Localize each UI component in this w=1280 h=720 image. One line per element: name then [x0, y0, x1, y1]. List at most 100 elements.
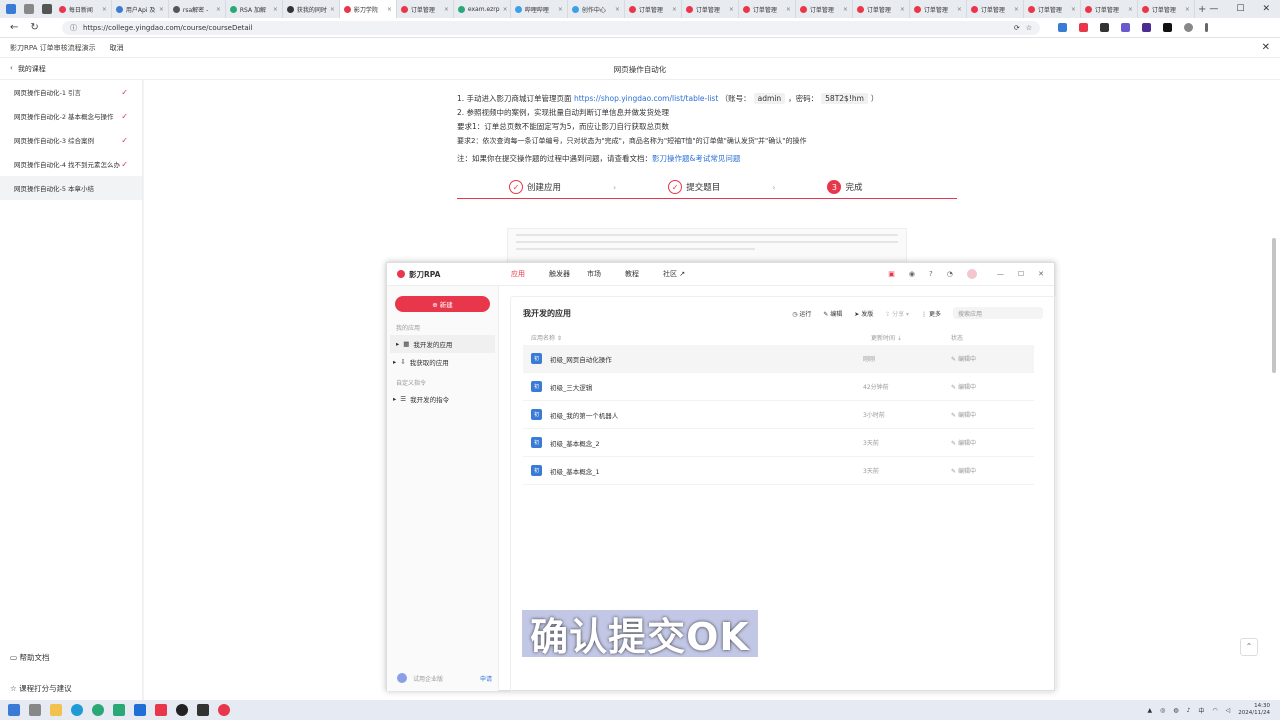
help-docs-link[interactable]: ▭ 帮助文档: [10, 642, 72, 673]
tab-close-icon[interactable]: ×: [1071, 6, 1076, 13]
panel-action-button[interactable]: ⋮ 更多: [921, 309, 941, 318]
rpa-nav-tab[interactable]: 应用: [505, 269, 543, 279]
tab-close-icon[interactable]: ×: [330, 6, 335, 13]
extension-icon[interactable]: [1100, 23, 1109, 32]
tab-close-icon[interactable]: ×: [159, 6, 164, 13]
browser-tab[interactable]: 订单管理 ×: [625, 0, 682, 18]
app-icon[interactable]: [197, 704, 209, 716]
menu-icon[interactable]: [1205, 23, 1208, 32]
volume-icon[interactable]: ◁: [1226, 707, 1231, 714]
minimize-icon[interactable]: —: [1209, 4, 1218, 14]
translate-icon[interactable]: ⟳: [1014, 24, 1020, 32]
skin-icon[interactable]: ◉: [909, 270, 915, 278]
tab-close-icon[interactable]: ×: [216, 6, 221, 13]
apply-link[interactable]: 申请: [480, 674, 492, 683]
vscode-icon[interactable]: [134, 704, 146, 716]
new-app-button[interactable]: ⊕ 新建: [395, 296, 490, 312]
panel-action-button[interactable]: ⇪ 分享 ▾: [885, 309, 909, 318]
scroll-to-top-button[interactable]: ⌃: [1240, 638, 1258, 656]
sidebar-item-my-commands[interactable]: ▸ ☰ 我开发的指令: [387, 390, 498, 408]
search-icon[interactable]: [29, 704, 41, 716]
extension-icon[interactable]: [1121, 23, 1130, 32]
browser-tab[interactable]: 获我的同时 ×: [283, 0, 340, 18]
extension-icon[interactable]: [1058, 23, 1067, 32]
tab-close-icon[interactable]: ×: [957, 6, 962, 13]
close-icon[interactable]: ✕: [1038, 270, 1044, 278]
browser-tab[interactable]: RSA 加解 ×: [226, 0, 283, 18]
rpa-nav-tab[interactable]: 社区 ↗: [657, 269, 695, 279]
tab-close-icon[interactable]: ×: [729, 6, 734, 13]
browser-tab[interactable]: 订单管理 ×: [1138, 0, 1195, 18]
help-icon[interactable]: ?: [929, 270, 933, 278]
app-icon[interactable]: [176, 704, 188, 716]
extension-icon[interactable]: [1184, 23, 1193, 32]
maximize-icon[interactable]: ☐: [1236, 4, 1244, 14]
tab-close-icon[interactable]: ×: [1185, 6, 1190, 13]
close-icon[interactable]: ✕: [1262, 42, 1270, 53]
table-row[interactable]: 初初级_基本概念_2 3天前 ✎ 编辑中: [523, 429, 1034, 457]
folder-icon[interactable]: [50, 704, 62, 716]
tab-close-icon[interactable]: ×: [273, 6, 278, 13]
col-name[interactable]: 应用名称 ⇕: [523, 333, 863, 342]
rpa-nav-tab[interactable]: 触发器: [543, 269, 581, 279]
browser-tab[interactable]: 订单管理 ×: [967, 0, 1024, 18]
faq-link[interactable]: 影刀操作题&考试常见问题: [652, 154, 740, 163]
rpa-nav-tab[interactable]: 教程: [619, 269, 657, 279]
panel-action-button[interactable]: ➤ 发版: [854, 309, 873, 318]
browser-tab[interactable]: 用户Api 及 ×: [112, 0, 169, 18]
tab-close-icon[interactable]: ×: [558, 6, 563, 13]
extension-icon[interactable]: [1142, 23, 1151, 32]
browser-tab[interactable]: 创作中心 ×: [568, 0, 625, 18]
minimize-icon[interactable]: —: [997, 270, 1004, 278]
sidebar-item-obtained-apps[interactable]: ▸ ⇩ 我获取的应用: [387, 353, 498, 371]
url-field[interactable]: ⓘ https://college.yingdao.com/course/cou…: [62, 20, 1040, 35]
sidebar-item-my-dev-apps[interactable]: ▸ ▦ 我开发的应用: [390, 335, 495, 353]
profile-icon[interactable]: [24, 4, 34, 14]
browser-tab[interactable]: 订单管理 ×: [796, 0, 853, 18]
panel-action-button[interactable]: ✎ 编辑: [823, 309, 842, 318]
tab-close-icon[interactable]: ×: [786, 6, 791, 13]
windows-icon[interactable]: [6, 4, 16, 14]
site-info-icon[interactable]: ⓘ: [70, 23, 77, 33]
bookmark-star-icon[interactable]: ☆: [1026, 24, 1032, 32]
tray-icon[interactable]: ▲: [1147, 707, 1152, 714]
browser-tab[interactable]: 订单管理 ×: [910, 0, 967, 18]
tab-close-icon[interactable]: ×: [387, 6, 392, 13]
edge-icon[interactable]: [71, 704, 83, 716]
browser-tab[interactable]: 订单管理 ×: [682, 0, 739, 18]
scrollbar[interactable]: [1272, 238, 1276, 373]
browser-tab[interactable]: 订单管理 ×: [739, 0, 796, 18]
table-row[interactable]: 初初级_我的第一个机器人 3小时前 ✎ 编辑中: [523, 401, 1034, 429]
gift-icon[interactable]: ▣: [888, 270, 895, 278]
ime-indicator[interactable]: 中: [1198, 706, 1204, 715]
tab-close-icon[interactable]: ×: [102, 6, 107, 13]
clock[interactable]: 14:30 2024/11/24: [1238, 703, 1270, 717]
rpa-nav-tab[interactable]: 市场: [581, 269, 619, 279]
sidebar-lesson-item[interactable]: 网页操作自动化-4 找不到元素怎么办 ✓: [0, 152, 142, 176]
browser-tab[interactable]: 哔哩哔哩 ×: [511, 0, 568, 18]
bell-icon[interactable]: ◔: [947, 270, 953, 278]
browser-tab[interactable]: exam.ezrp ×: [454, 0, 511, 18]
browser-tab[interactable]: 每日新闻 ×: [55, 0, 112, 18]
browser-tab[interactable]: 订单管理 ×: [853, 0, 910, 18]
tab-group-icon[interactable]: [42, 4, 52, 14]
table-row[interactable]: 初初级_基本概念_1 3天前 ✎ 编辑中: [523, 457, 1034, 485]
back-icon[interactable]: ←: [10, 22, 18, 33]
browser-tab[interactable]: 订单管理 ×: [1024, 0, 1081, 18]
tab-close-icon[interactable]: ×: [503, 6, 508, 13]
tab-close-icon[interactable]: ×: [1014, 6, 1019, 13]
tray-icon[interactable]: ◎: [1160, 707, 1165, 714]
window-close-icon[interactable]: ✕: [1262, 4, 1270, 14]
tray-icon[interactable]: ◍: [1173, 707, 1178, 714]
sidebar-lesson-item[interactable]: 网页操作自动化-3 综合案例 ✓: [0, 128, 142, 152]
browser-tab[interactable]: 订单管理 ×: [1081, 0, 1138, 18]
tab-close-icon[interactable]: ×: [1128, 6, 1133, 13]
table-row[interactable]: 初初级_网页自动化操作 刚刚 ✎ 编辑中: [523, 345, 1034, 373]
search-input[interactable]: 搜索应用: [953, 307, 1043, 319]
new-tab-button[interactable]: +: [1195, 4, 1209, 15]
extension-icon[interactable]: [1079, 23, 1088, 32]
extension-icon[interactable]: [1163, 23, 1172, 32]
browser-tab[interactable]: rsa解密 - ×: [169, 0, 226, 18]
sidebar-lesson-item[interactable]: 网页操作自动化-2 基本概念与操作 ✓: [0, 104, 142, 128]
tab-close-icon[interactable]: ×: [672, 6, 677, 13]
